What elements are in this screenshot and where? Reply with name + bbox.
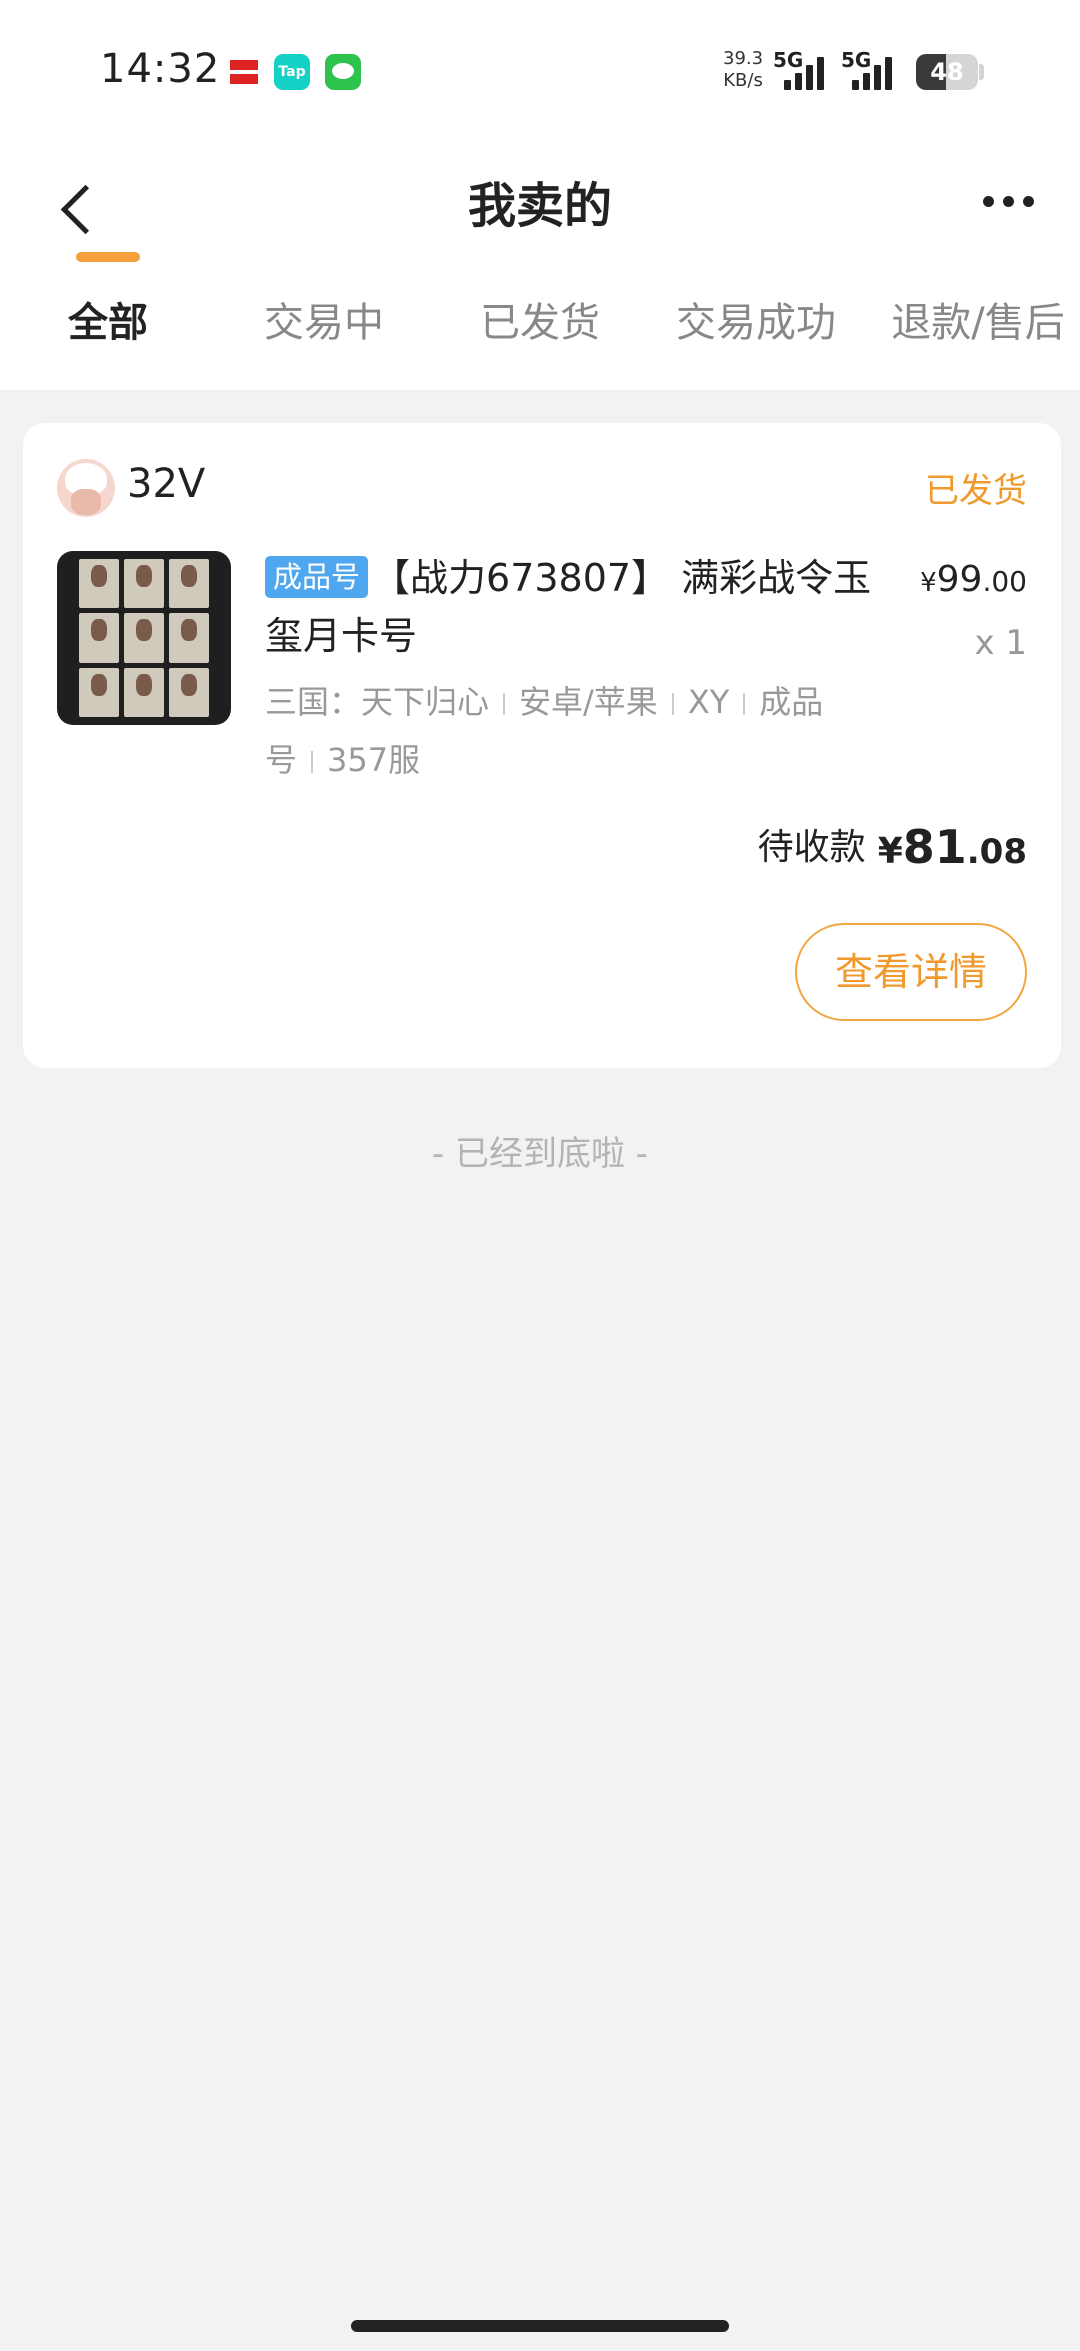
product-title[interactable]: 成品号 【战力673807】 满彩战令玉玺月卡号: [265, 549, 905, 665]
product-tags: 三国：天下归心 安卓/苹果 XY 成品号 357服: [265, 673, 825, 789]
status-time: 14:32: [100, 46, 221, 92]
battery-tip: [979, 64, 984, 80]
status-bar: 14:32 Tap 39.3 KB/s 5G 5G 48: [0, 0, 1080, 140]
unit-price-decimal: .00: [982, 565, 1027, 598]
tab-refund-aftersale[interactable]: 退款/售后: [878, 280, 1078, 390]
taptap-icon: Tap: [274, 54, 310, 90]
tab-all[interactable]: 全部: [28, 280, 188, 390]
network-speed-value: 39.3: [723, 48, 764, 69]
view-details-button[interactable]: 查看详情: [795, 923, 1027, 1021]
unit-price-integer: 99: [936, 559, 983, 600]
tab-bar: 全部 交易中 已发货 交易成功 退款/售后: [0, 280, 1080, 390]
tag-separator: [743, 693, 746, 715]
tag-separator: [503, 693, 506, 715]
product-type-badge: 成品号: [265, 556, 369, 598]
receivable-amount: 待收款 ¥81.08: [758, 818, 1027, 874]
order-card[interactable]: 32V 已发货 成品号 【战力673807】 满彩战令玉玺月卡号 三国：天下归心安…: [23, 423, 1061, 1068]
battery-level: 48: [930, 58, 964, 86]
home-indicator[interactable]: [351, 2320, 729, 2332]
tag-separator: [671, 693, 674, 715]
unit-price: ¥99.00: [920, 559, 1027, 600]
tab-trade-success[interactable]: 交易成功: [666, 280, 846, 390]
receivable-currency: ¥: [877, 831, 903, 872]
network-speed: 39.3 KB/s: [723, 48, 763, 92]
tag-server: 357服: [327, 741, 421, 779]
tag-separator: [311, 751, 314, 773]
seller-name: 32V: [127, 461, 206, 507]
product-thumbnail[interactable]: [57, 551, 231, 725]
network-speed-unit: KB/s: [723, 70, 763, 91]
tab-shipped[interactable]: 已发货: [460, 280, 620, 390]
quantity: x 1: [974, 623, 1027, 663]
status-badge: 已发货: [925, 471, 1027, 511]
tag-platform: 安卓/苹果: [519, 683, 658, 721]
header: 我卖的 全部 交易中 已发货 交易成功 退款/售后: [0, 140, 1080, 390]
unit-price-currency: ¥: [920, 568, 937, 598]
tag-game: 三国：天下归心: [265, 683, 490, 721]
page-title: 我卖的: [467, 178, 612, 234]
list-end-text: - 已经到底啦 -: [431, 1134, 649, 1174]
avatar: [57, 459, 115, 517]
receivable-label: 待收款: [757, 827, 866, 868]
signal-icon: [852, 54, 902, 90]
messages-icon: [325, 54, 361, 90]
receivable-decimal: .08: [966, 832, 1027, 872]
tag-server-group: XY: [687, 683, 730, 721]
receivable-integer: 81: [902, 820, 967, 874]
news-app-icon: [226, 54, 262, 90]
signal-icon: [784, 54, 834, 90]
tab-in-trade[interactable]: 交易中: [244, 280, 404, 390]
active-tab-indicator: [76, 252, 140, 262]
more-dots-icon[interactable]: [975, 182, 1045, 222]
battery-icon: 48: [916, 54, 978, 90]
